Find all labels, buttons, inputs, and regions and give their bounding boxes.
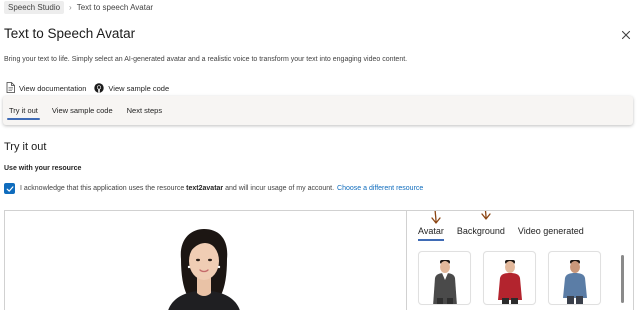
avatar-panel-tabs: Avatar Background Video generated <box>418 226 597 241</box>
page-title: Text to Speech Avatar <box>4 26 136 41</box>
view-sample-code-label: View sample code <box>108 84 170 93</box>
avatar-preview-panel <box>4 210 406 310</box>
avatar-thumbnail-denim-shirt[interactable] <box>548 251 601 305</box>
breadcrumb: Speech Studio › Text to speech Avatar <box>4 0 153 14</box>
view-documentation-link[interactable]: View documentation <box>6 82 86 95</box>
breadcrumb-root[interactable]: Speech Studio <box>4 0 65 14</box>
resource-links: View documentation View sample code <box>6 82 177 95</box>
acknowledge-text-suffix: and will incur usage of my account. <box>225 185 335 192</box>
github-icon <box>94 82 108 95</box>
tab-video-generated[interactable]: Video generated <box>518 226 584 236</box>
acknowledge-row: I acknowledge that this application uses… <box>4 183 423 194</box>
section-title: Try it out <box>4 141 47 153</box>
tab-next-steps[interactable]: Next steps <box>127 96 162 125</box>
page-subtitle: Bring your text to life. Simply select a… <box>4 56 408 63</box>
checkmark-icon <box>6 185 13 192</box>
avatar-preview-image <box>168 229 240 310</box>
resource-label: Use with your resource <box>4 165 82 172</box>
tab-try-it-out[interactable]: Try it out <box>7 96 40 125</box>
choose-different-resource-link[interactable]: Choose a different resource <box>337 185 423 192</box>
tab-avatar[interactable]: Avatar <box>418 226 444 241</box>
view-sample-code-link[interactable]: View sample code <box>94 82 170 95</box>
chevron-right-icon: › <box>69 2 72 12</box>
acknowledge-text-prefix: I acknowledge that this application uses… <box>20 185 185 192</box>
close-icon[interactable] <box>620 28 632 40</box>
avatar-thumbnail-red-sweater[interactable] <box>483 251 536 305</box>
resource-name: text2avatar <box>186 185 224 192</box>
breadcrumb-current: Text to speech Avatar <box>76 2 154 12</box>
panel-scrollbar[interactable] <box>621 255 624 303</box>
avatar-thumbnail-list <box>418 251 613 305</box>
document-icon <box>6 82 19 95</box>
tab-view-sample-code[interactable]: View sample code <box>52 96 113 125</box>
main-tabs: Try it out View sample code Next steps <box>3 96 633 125</box>
tab-background[interactable]: Background <box>457 226 505 236</box>
annotation-arrow-icon <box>481 211 491 220</box>
acknowledge-checkbox[interactable] <box>4 183 15 194</box>
view-documentation-label: View documentation <box>19 84 87 93</box>
annotation-arrow-icon <box>431 211 441 224</box>
avatar-settings-panel: Avatar Background Video generated <box>406 210 634 310</box>
avatar-thumbnail-dark-suit[interactable] <box>418 251 471 305</box>
